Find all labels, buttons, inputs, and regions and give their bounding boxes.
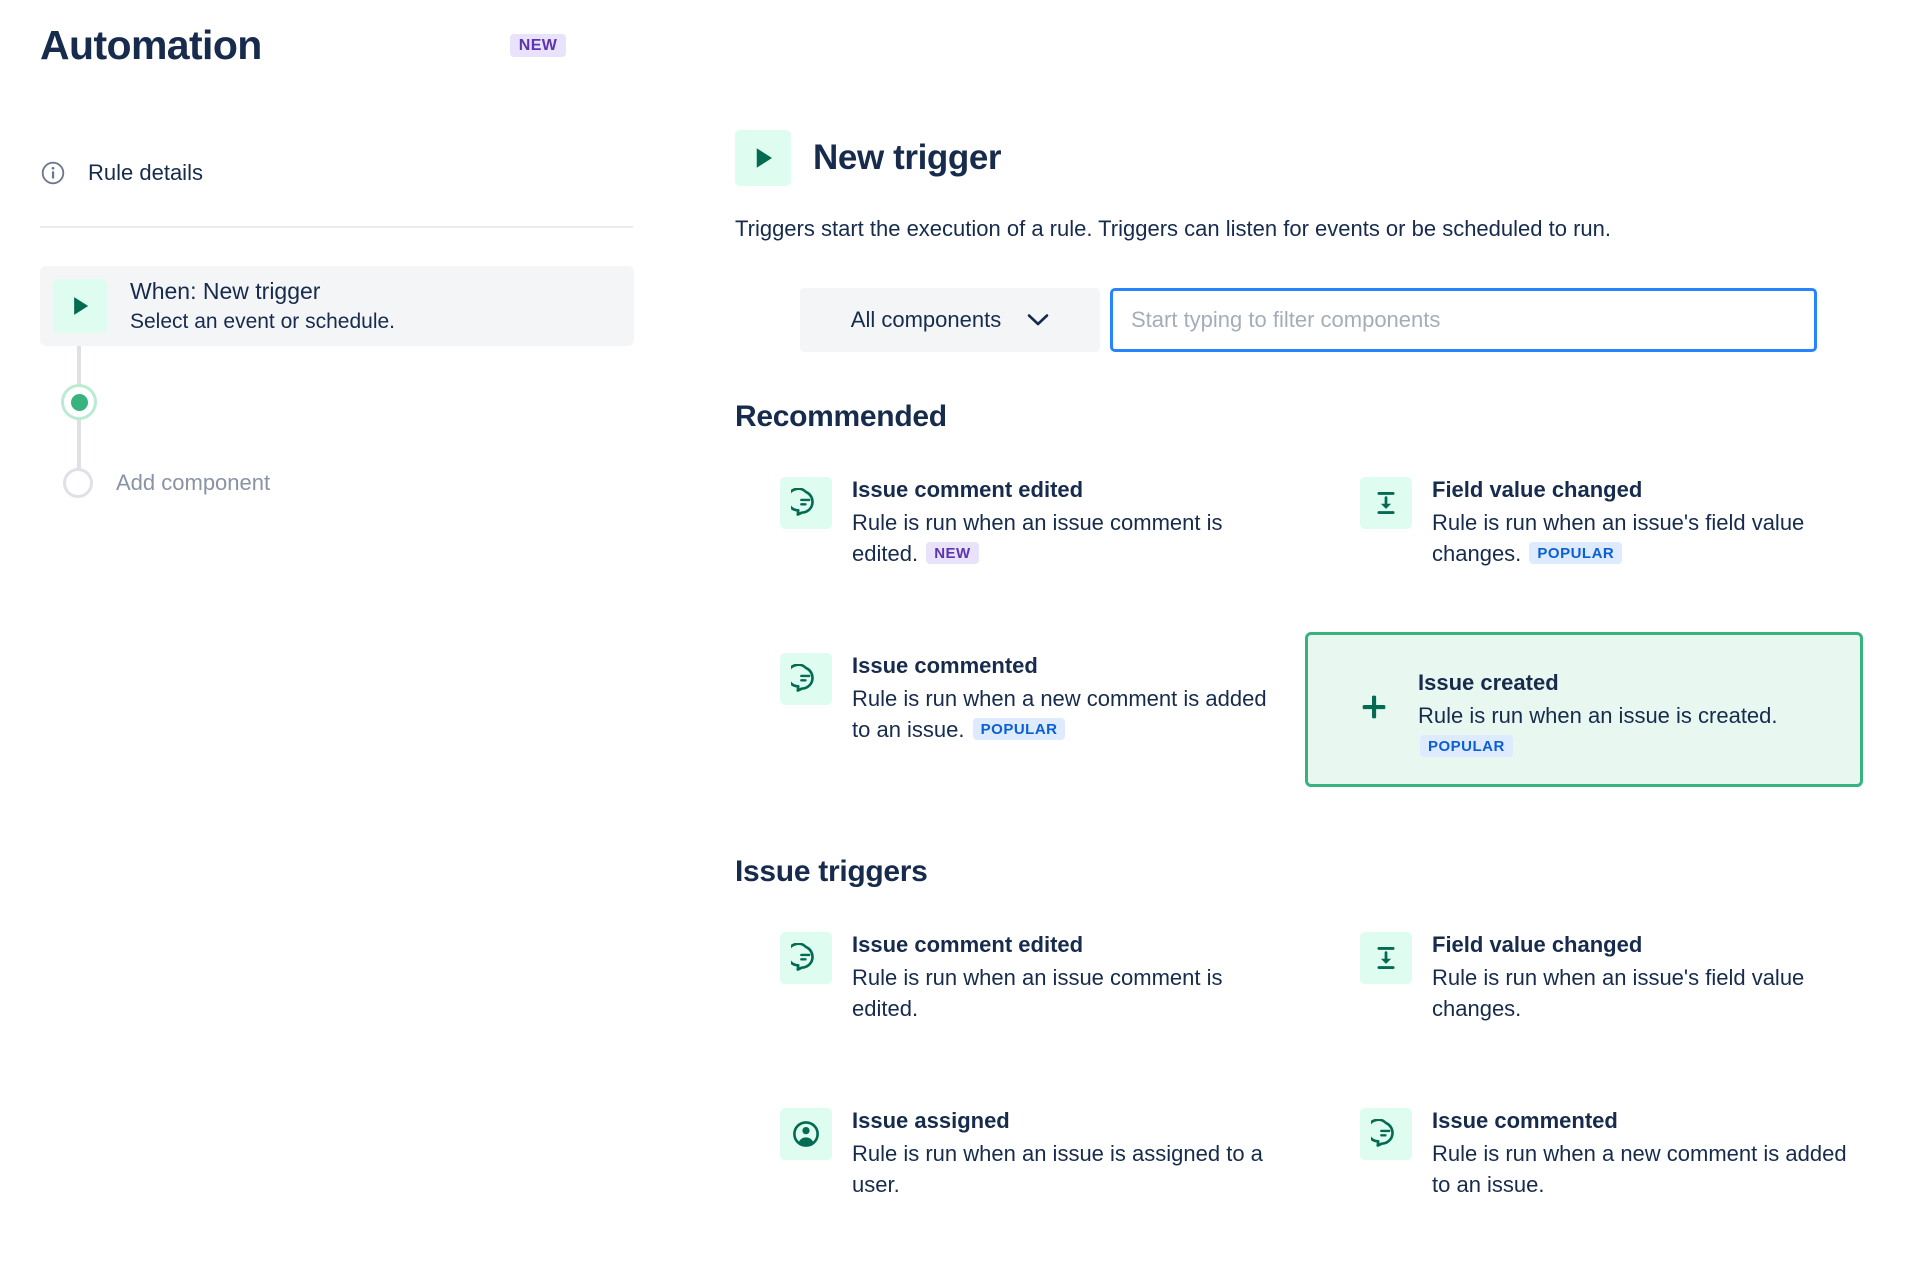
trigger-card-issue-created[interactable]: Issue created Rule is run when an issue … [1305, 632, 1863, 788]
trigger-card-issue-comment-edited[interactable]: Issue comment edited Rule is run when an… [735, 911, 1280, 1042]
comment-icon [1360, 1108, 1412, 1161]
sidebar-divider [40, 226, 633, 228]
trigger-card-badge: NEW [926, 541, 979, 565]
comment-icon [780, 932, 832, 984]
component-type-select[interactable]: All components [800, 288, 1100, 352]
timeline-node-dot [70, 393, 88, 411]
sidebar-item-label: Rule details [88, 160, 203, 185]
section-title: Recommended [735, 400, 947, 433]
trigger-card-title: Issue created [1418, 670, 1559, 696]
comment-icon [780, 653, 832, 706]
section-recommended: Recommended Issue comment edited Rule is… [735, 400, 1918, 788]
add-component-button[interactable]: Add component [116, 468, 270, 498]
timeline-step-when-new-trigger[interactable]: When: New trigger Select an event or sch… [40, 266, 634, 346]
trigger-card-issue-commented[interactable]: Issue commented Rule is run when a new c… [1315, 1087, 1860, 1218]
trigger-card-text: Field value changed Rule is run when an … [1432, 474, 1860, 569]
trigger-card-text: Issue commented Rule is run when a new c… [1432, 1105, 1860, 1200]
info-icon [40, 160, 66, 186]
trigger-picker-panel: New trigger Triggers start the execution… [735, 0, 1918, 1276]
trigger-card-description: Rule is run when an issue comment is edi… [852, 507, 1280, 569]
trigger-card-badge: POPULAR [1420, 734, 1513, 758]
trigger-card-title: Issue comment edited [852, 477, 1084, 502]
trigger-card-title: Field value changed [1432, 932, 1643, 957]
trigger-card-description: Rule is run when an issue is assigned to… [852, 1140, 1263, 1197]
trigger-card-description-text: Rule is run when an issue is created. [1418, 702, 1778, 728]
page-title: Automation [40, 22, 262, 68]
trigger-card-description: Rule is run when an issue is created. PO… [1418, 700, 1848, 762]
trigger-panel-title: New trigger [813, 138, 1002, 177]
trigger-card-title: Field value changed [1432, 477, 1643, 502]
trigger-card-text: Issue comment edited Rule is run when an… [852, 929, 1280, 1024]
status-badge-new: NEW [509, 34, 567, 57]
trigger-panel-description: Triggers start the execution of a rule. … [735, 216, 1611, 241]
trigger-card-field-value-changed[interactable]: Field value changed Rule is run when an … [1315, 456, 1860, 587]
trigger-card-badge: POPULAR [1529, 541, 1623, 565]
timeline-step-text: When: New trigger Select an event or sch… [130, 277, 395, 335]
trigger-card-title: Issue commented [1432, 1108, 1618, 1134]
component-type-select-label: All components [850, 307, 1002, 332]
trigger-card-title: Issue commented [852, 653, 1038, 679]
trigger-card-issue-comment-edited[interactable]: Issue comment edited Rule is run when an… [735, 456, 1280, 587]
play-icon [53, 279, 107, 333]
chevron-down-icon [1027, 313, 1049, 327]
comment-icon [780, 477, 832, 529]
plus-icon [1348, 681, 1400, 733]
section-issue-triggers: Issue triggers Issue comment edited Rule… [735, 855, 1918, 1218]
trigger-card-issue-assigned[interactable]: Issue assigned Rule is run when an issue… [735, 1087, 1280, 1218]
timeline-node-active[interactable] [61, 384, 97, 420]
trigger-card-text: Issue assigned Rule is run when an issue… [852, 1105, 1280, 1200]
rule-builder-sidebar: Automation NEW Rule details When: New tr… [0, 0, 660, 1276]
trigger-card-field-value-changed[interactable]: Field value changed Rule is run when an … [1315, 911, 1860, 1042]
timeline-step-subtitle: Select an event or schedule. [130, 309, 396, 333]
trigger-card-grid: Issue comment edited Rule is run when an… [735, 456, 1918, 788]
field-value-icon [1360, 477, 1412, 529]
trigger-card-description: Rule is run when an issue comment is edi… [852, 964, 1223, 1021]
timeline-node-add[interactable] [63, 468, 93, 498]
filter-components-input[interactable] [1110, 288, 1817, 352]
person-icon [780, 1108, 832, 1161]
trigger-card-grid: Issue comment edited Rule is run when an… [735, 911, 1918, 1218]
trigger-card-description: Rule is run when an issue's field value … [1432, 964, 1805, 1021]
trigger-card-badge: POPULAR [972, 717, 1066, 741]
timeline-step-title: When: New trigger [130, 278, 321, 305]
trigger-card-text: Issue commented Rule is run when a new c… [852, 650, 1280, 745]
trigger-card-text: Field value changed Rule is run when an … [1432, 929, 1860, 1024]
section-title: Issue triggers [735, 855, 928, 888]
trigger-card-description: Rule is run when a new comment is added … [852, 683, 1280, 745]
filter-controls: All components [800, 288, 1817, 352]
trigger-card-issue-commented[interactable]: Issue commented Rule is run when a new c… [735, 632, 1280, 787]
trigger-card-title: Issue comment edited [852, 932, 1084, 957]
play-icon [735, 130, 791, 186]
trigger-card-text: Issue created Rule is run when an issue … [1418, 653, 1848, 762]
trigger-card-description: Rule is run when an issue's field value … [1432, 507, 1860, 569]
trigger-card-title: Issue assigned [852, 1108, 1010, 1134]
automation-trigger-picker-page: Automation NEW Rule details When: New tr… [0, 0, 1918, 1276]
sidebar-header: Automation NEW [40, 22, 620, 69]
sidebar-item-rule-details[interactable]: Rule details [40, 160, 203, 186]
field-value-icon [1360, 932, 1412, 984]
trigger-panel-header: New trigger [735, 130, 1002, 186]
trigger-card-description: Rule is run when a new comment is added … [1432, 1140, 1847, 1197]
trigger-card-text: Issue comment edited Rule is run when an… [852, 474, 1280, 569]
trigger-card-description-text: Rule is run when an issue comment is edi… [852, 509, 1223, 566]
